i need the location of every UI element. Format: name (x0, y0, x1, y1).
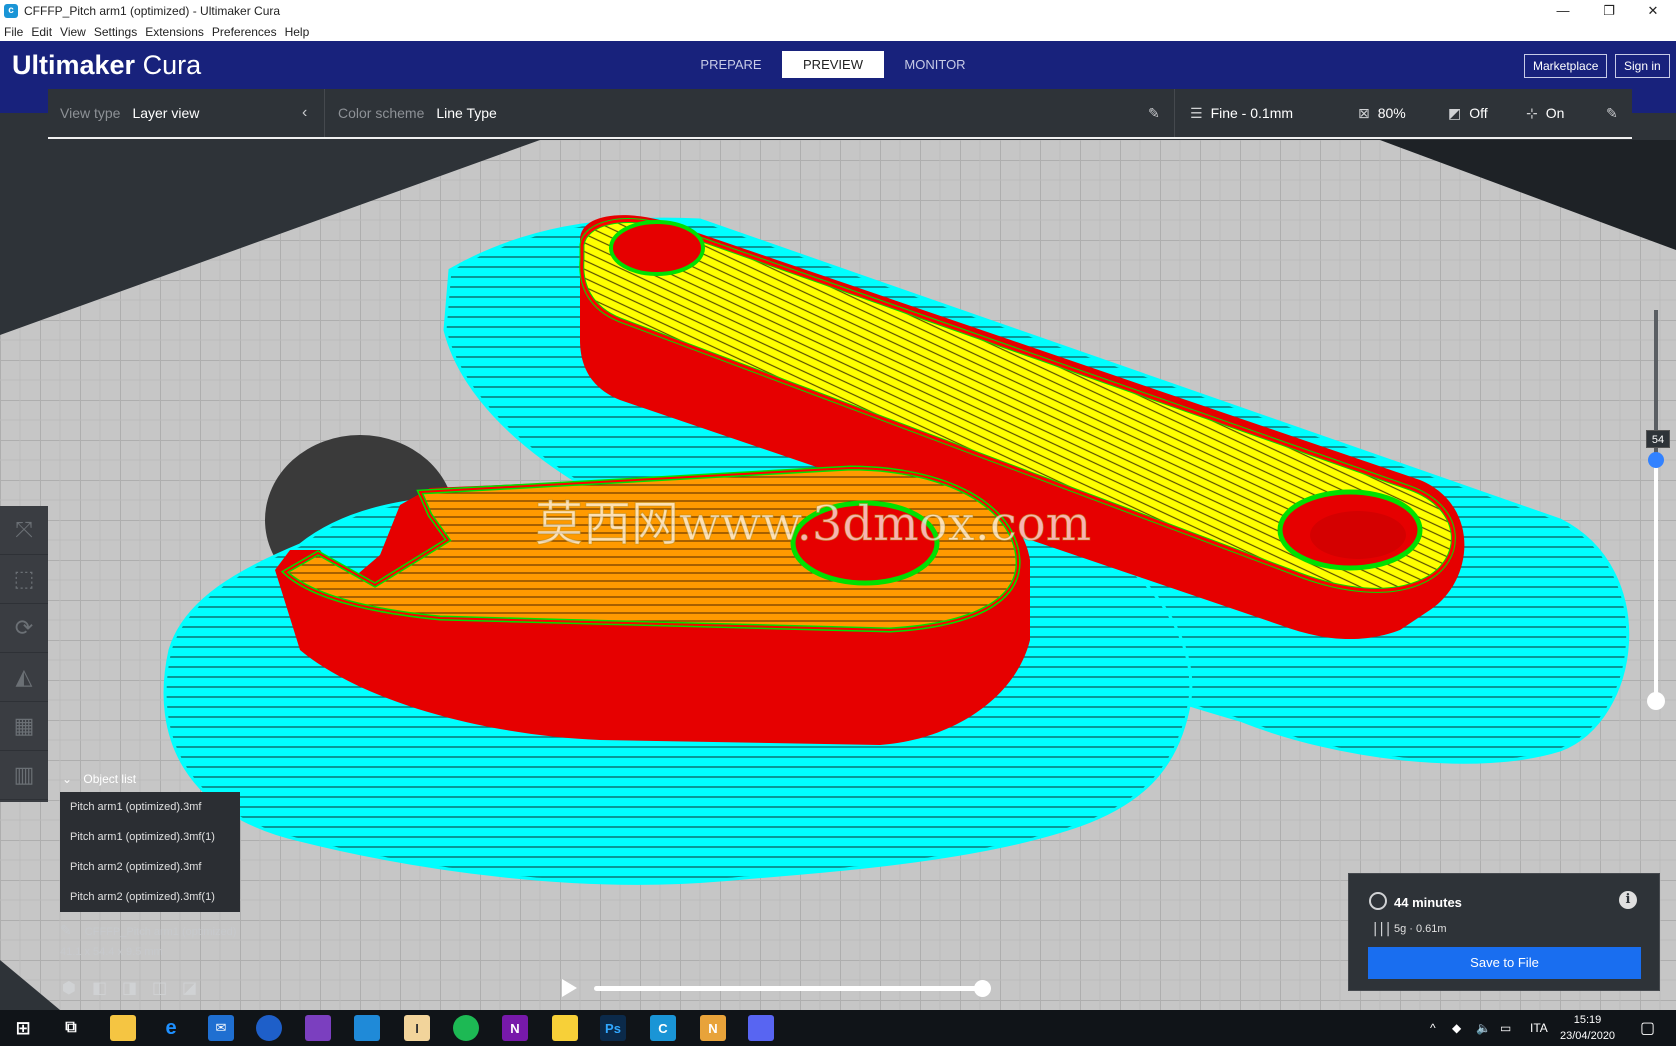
color-scheme-value: Line Type (436, 105, 497, 121)
menu-file[interactable]: File (4, 25, 23, 39)
profile-icon: ☰ (1190, 104, 1203, 121)
tool-column: ⤧ ⬚ ⟳ ◭ ▦ ▥ (0, 506, 48, 802)
chevron-left-icon[interactable]: ‹ (302, 89, 307, 137)
menu-preferences[interactable]: Preferences (212, 25, 277, 39)
marketplace-button[interactable]: Marketplace (1524, 54, 1608, 78)
print-info-panel: 44 minutes i ||| 5g · 0.61m Save to File (1348, 873, 1660, 991)
cura-app-icon: c (4, 4, 18, 18)
stage-tabs: PREPARE PREVIEW MONITOR (680, 51, 986, 78)
minimize-button[interactable]: — (1540, 0, 1586, 22)
visual-studio-icon[interactable] (305, 1015, 331, 1041)
cura-taskbar-icon[interactable]: C (650, 1015, 676, 1041)
current-object[interactable]: ✎ CFFFP_Pitch arm1 (optimized) (60, 922, 236, 939)
tray-chevron-icon[interactable]: ^ (1430, 1010, 1436, 1046)
support-setting[interactable]: ◩ Off (1448, 89, 1488, 137)
menu-view[interactable]: View (60, 25, 86, 39)
object-list-item[interactable]: Pitch arm1 (optimized).3mf (60, 792, 240, 822)
3d-view-icon[interactable]: ⬢ (62, 978, 92, 998)
volume-icon[interactable]: 🔈 (1476, 1010, 1491, 1046)
infill-icon: ⊠ (1358, 104, 1370, 121)
arm1-hole-left (609, 220, 705, 276)
save-to-file-button[interactable]: Save to File (1368, 947, 1641, 979)
discord-icon[interactable] (748, 1015, 774, 1041)
menu-help[interactable]: Help (285, 25, 310, 39)
layer-slider-upper-handle[interactable] (1648, 452, 1664, 468)
menu-settings[interactable]: Settings (94, 25, 137, 39)
move-tool-icon[interactable]: ⤧ (0, 506, 48, 555)
clock-icon (1369, 892, 1387, 910)
menu-bar: File Edit View Settings Extensions Prefe… (0, 22, 1676, 41)
print-profile-selector[interactable]: ☰ Fine - 0.1mm (1190, 89, 1293, 137)
support-blocker-icon[interactable]: ▥ (0, 751, 48, 800)
photoshop-icon[interactable]: Ps (600, 1015, 626, 1041)
material-icon: ||| (1371, 921, 1392, 937)
task-view-icon[interactable]: ⧉ (58, 1015, 84, 1041)
rotate-tool-icon[interactable]: ⟳ (0, 604, 48, 653)
file-explorer-icon[interactable] (110, 1015, 136, 1041)
sign-in-button[interactable]: Sign in (1615, 54, 1670, 78)
right-view-icon[interactable]: ◪ (182, 978, 212, 998)
mirror-tool-icon[interactable]: ◭ (0, 653, 48, 702)
app-logo: Ultimaker Cura (12, 50, 202, 80)
sticky-notes-icon[interactable] (552, 1015, 578, 1041)
restore-button[interactable]: ❐ (1586, 0, 1632, 22)
play-icon[interactable] (562, 979, 577, 997)
support-icon: ◩ (1448, 104, 1462, 121)
path-slider-handle[interactable] (974, 980, 991, 997)
vscode-icon[interactable] (354, 1015, 380, 1041)
scale-tool-icon[interactable]: ⬚ (0, 555, 48, 604)
settings-pencil-icon[interactable]: ✎ (1606, 89, 1618, 137)
spotify-icon[interactable] (453, 1015, 479, 1041)
object-list-item[interactable]: Pitch arm2 (optimized).3mf(1) (60, 882, 240, 912)
firefox-icon[interactable] (256, 1015, 282, 1041)
notifications-icon[interactable]: ▢ (1640, 1010, 1655, 1046)
material-usage: 5g · 0.61m (1394, 923, 1447, 935)
close-button[interactable]: ✕ (1630, 0, 1676, 22)
layer-slider-lower-handle[interactable] (1647, 692, 1665, 710)
object-list: Pitch arm1 (optimized).3mf Pitch arm1 (o… (60, 792, 240, 912)
view-type-selector[interactable]: View type Layer view (60, 89, 199, 137)
inkscape-icon[interactable]: I (404, 1015, 430, 1041)
windows-start-icon[interactable]: ⊞ (10, 1015, 36, 1041)
path-slider-track[interactable] (594, 986, 984, 991)
onenote-icon[interactable]: N (502, 1015, 528, 1041)
menu-extensions[interactable]: Extensions (145, 25, 204, 39)
object-list-item[interactable]: Pitch arm2 (optimized).3mf (60, 852, 240, 882)
tab-monitor[interactable]: MONITOR (884, 51, 986, 78)
camera-view-buttons: ⬢ ◧ ◨ ◫ ◪ (62, 978, 212, 998)
chevron-down-icon: ⌄ (62, 772, 73, 786)
view-settings-bar: View type Layer view ‹ Color scheme Line… (48, 89, 1632, 139)
per-model-settings-icon[interactable]: ▦ (0, 702, 48, 751)
taskbar-clock[interactable]: 15:19 23/04/2020 (1560, 1012, 1615, 1044)
left-view-icon[interactable]: ◫ (152, 978, 182, 998)
input-language[interactable]: ITA (1530, 1010, 1548, 1046)
top-view-icon[interactable]: ◨ (122, 978, 152, 998)
adhesion-setting[interactable]: ⊹ On (1526, 89, 1564, 137)
tab-prepare[interactable]: PREPARE (680, 51, 782, 78)
front-view-icon[interactable]: ◧ (92, 978, 122, 998)
pencil-icon: ✎ (60, 922, 72, 938)
info-icon[interactable]: i (1619, 891, 1637, 909)
object-list-item[interactable]: Pitch arm1 (optimized).3mf(1) (60, 822, 240, 852)
menu-edit[interactable]: Edit (31, 25, 52, 39)
security-icon[interactable]: ◆ (1452, 1010, 1461, 1046)
infill-setting[interactable]: ⊠ 80% (1358, 89, 1406, 137)
watermark-text: 莫西网www.3dmox.com (535, 496, 1091, 552)
network-icon[interactable]: ▭ (1500, 1010, 1511, 1046)
windows-taskbar: ⊞ ⧉ e ✉ I N Ps C N ^ ◆ 🔈 ▭ ITA 15:19 23/… (0, 1010, 1676, 1046)
window-title: CFFFP_Pitch arm1 (optimized) - Ultimaker… (24, 4, 281, 18)
n-app-icon[interactable]: N (700, 1015, 726, 1041)
mail-icon[interactable]: ✉ (208, 1015, 234, 1041)
object-list-toggle[interactable]: ⌄ Object list (62, 772, 136, 786)
tab-preview[interactable]: PREVIEW (782, 51, 884, 78)
window-titlebar: c CFFFP_Pitch arm1 (optimized) - Ultimak… (0, 0, 1676, 22)
color-scheme-selector[interactable]: Color scheme Line Type (338, 89, 497, 137)
print-time: 44 minutes (1394, 895, 1462, 910)
view-type-value: Layer view (132, 105, 200, 121)
edit-pencil-icon[interactable]: ✎ (1148, 89, 1160, 137)
layer-number[interactable]: 54 (1646, 430, 1670, 448)
adhesion-icon: ⊹ (1526, 104, 1538, 121)
object-dimensions: 41.1 x 54.4 x 9.5 mm (60, 946, 163, 958)
edge-icon[interactable]: e (158, 1015, 184, 1041)
